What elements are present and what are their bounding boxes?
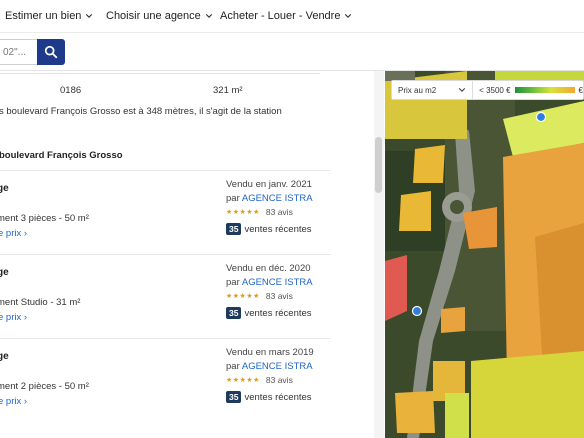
by-prefix: par [226, 277, 240, 288]
sale-date: Vendu en mars 2019 [226, 347, 314, 358]
left-panel: 0186 321 m² s boulevard François Grosso … [0, 71, 376, 438]
nav-acheter[interactable]: Acheter - Louer - Vendre [220, 10, 352, 22]
review-count: 83 avis [265, 375, 293, 385]
review-count: 83 avis [265, 291, 293, 301]
scrollbar[interactable] [374, 71, 384, 438]
price-link-label: e prix [0, 228, 22, 239]
nav-acheter-label: Acheter - Louer - Vendre [220, 10, 341, 22]
sale-type: ge [0, 183, 9, 194]
price-map[interactable] [385, 71, 584, 438]
search-button[interactable] [37, 39, 65, 65]
price-link-label: e prix [0, 396, 22, 407]
stat-value-1: 0186 [60, 85, 82, 96]
sale-date: Vendu en janv. 2021 [226, 179, 312, 190]
agency-link[interactable]: AGENCE ISTRA [242, 277, 313, 288]
nav-estimer[interactable]: Estimer un bien [5, 10, 93, 22]
chevron-right-icon: › [23, 228, 28, 239]
agency-rating: ★★★★★ 83 avis [226, 207, 293, 217]
chevron-down-icon [205, 14, 212, 18]
review-count: 83 avis [265, 207, 293, 217]
price-type-select[interactable]: Prix au m2 [392, 81, 474, 99]
nav-agence-label: Choisir une agence [106, 10, 201, 22]
station-description: s boulevard François Grosso est à 348 mè… [0, 106, 282, 117]
recent-sales: 35 ventes récentes [226, 223, 312, 235]
stat-value-2: 321 m² [213, 85, 243, 96]
agency-rating: ★★★★★ 83 avis [226, 291, 293, 301]
recent-sales: 35 ventes récentes [226, 307, 312, 319]
recent-sales-badge: 35 [226, 307, 242, 319]
recent-sales-label: ventes récentes [244, 307, 312, 319]
price-type-label: Prix au m2 [398, 85, 437, 95]
recent-sales-label: ventes récentes [244, 391, 312, 403]
sale-date: Vendu en déc. 2020 [226, 263, 311, 274]
sale-card: ge ment 2 pièces - 50 m² e prix › Vendu … [0, 338, 331, 422]
map-canvas [385, 71, 584, 438]
search-icon [44, 45, 58, 59]
sale-agency-line: par AGENCE ISTRA [226, 193, 313, 204]
nav-agence[interactable]: Choisir une agence [106, 10, 213, 22]
by-prefix: par [226, 193, 240, 204]
legend-min-label: < 3500 € [479, 85, 511, 95]
price-legend: < 3500 € € [473, 86, 583, 95]
price-link[interactable]: e prix › [0, 396, 27, 407]
sale-description: ment 3 pièces - 50 m² [0, 213, 89, 224]
sale-agency-line: par AGENCE ISTRA [226, 361, 313, 372]
by-prefix: par [226, 361, 240, 372]
top-nav: Estimer un bien Choisir une agence Achet… [0, 0, 584, 33]
chevron-down-icon [458, 88, 466, 92]
scrollbar-thumb[interactable] [375, 137, 382, 193]
agency-link[interactable]: AGENCE ISTRA [242, 361, 313, 372]
recent-sales-badge: 35 [226, 391, 242, 403]
legend-color-scale [514, 87, 575, 93]
legend-max-label: € [578, 85, 583, 95]
chevron-right-icon: › [23, 312, 28, 323]
chevron-down-icon [345, 14, 352, 18]
divider [0, 73, 320, 74]
price-link[interactable]: e prix › [0, 228, 27, 239]
search-input[interactable] [0, 39, 38, 65]
recent-sales-label: ventes récentes [244, 223, 312, 235]
agency-rating: ★★★★★ 83 avis [226, 375, 293, 385]
recent-sales: 35 ventes récentes [226, 391, 312, 403]
sale-card: ge ment 3 pièces - 50 m² e prix › Vendu … [0, 170, 331, 254]
price-link[interactable]: e prix › [0, 312, 27, 323]
star-rating-icon: ★★★★★ [226, 293, 260, 300]
sale-type: ge [0, 267, 9, 278]
map-controls: Prix au m2 < 3500 € € [391, 80, 584, 100]
star-rating-icon: ★★★★★ [226, 209, 260, 216]
sale-card: ge ment Studio - 31 m² e prix › Vendu en… [0, 254, 331, 338]
search-bar [0, 33, 584, 71]
chevron-down-icon [86, 14, 93, 18]
agency-link[interactable]: AGENCE ISTRA [242, 193, 313, 204]
sale-description: ment 2 pièces - 50 m² [0, 381, 89, 392]
section-title: boulevard François Grosso [0, 150, 123, 161]
star-rating-icon: ★★★★★ [226, 377, 260, 384]
chevron-right-icon: › [23, 396, 28, 407]
sale-type: ge [0, 351, 9, 362]
nav-estimer-label: Estimer un bien [5, 10, 82, 22]
sale-agency-line: par AGENCE ISTRA [226, 277, 313, 288]
sale-description: ment Studio - 31 m² [0, 297, 81, 308]
recent-sales-badge: 35 [226, 223, 242, 235]
price-link-label: e prix [0, 312, 22, 323]
